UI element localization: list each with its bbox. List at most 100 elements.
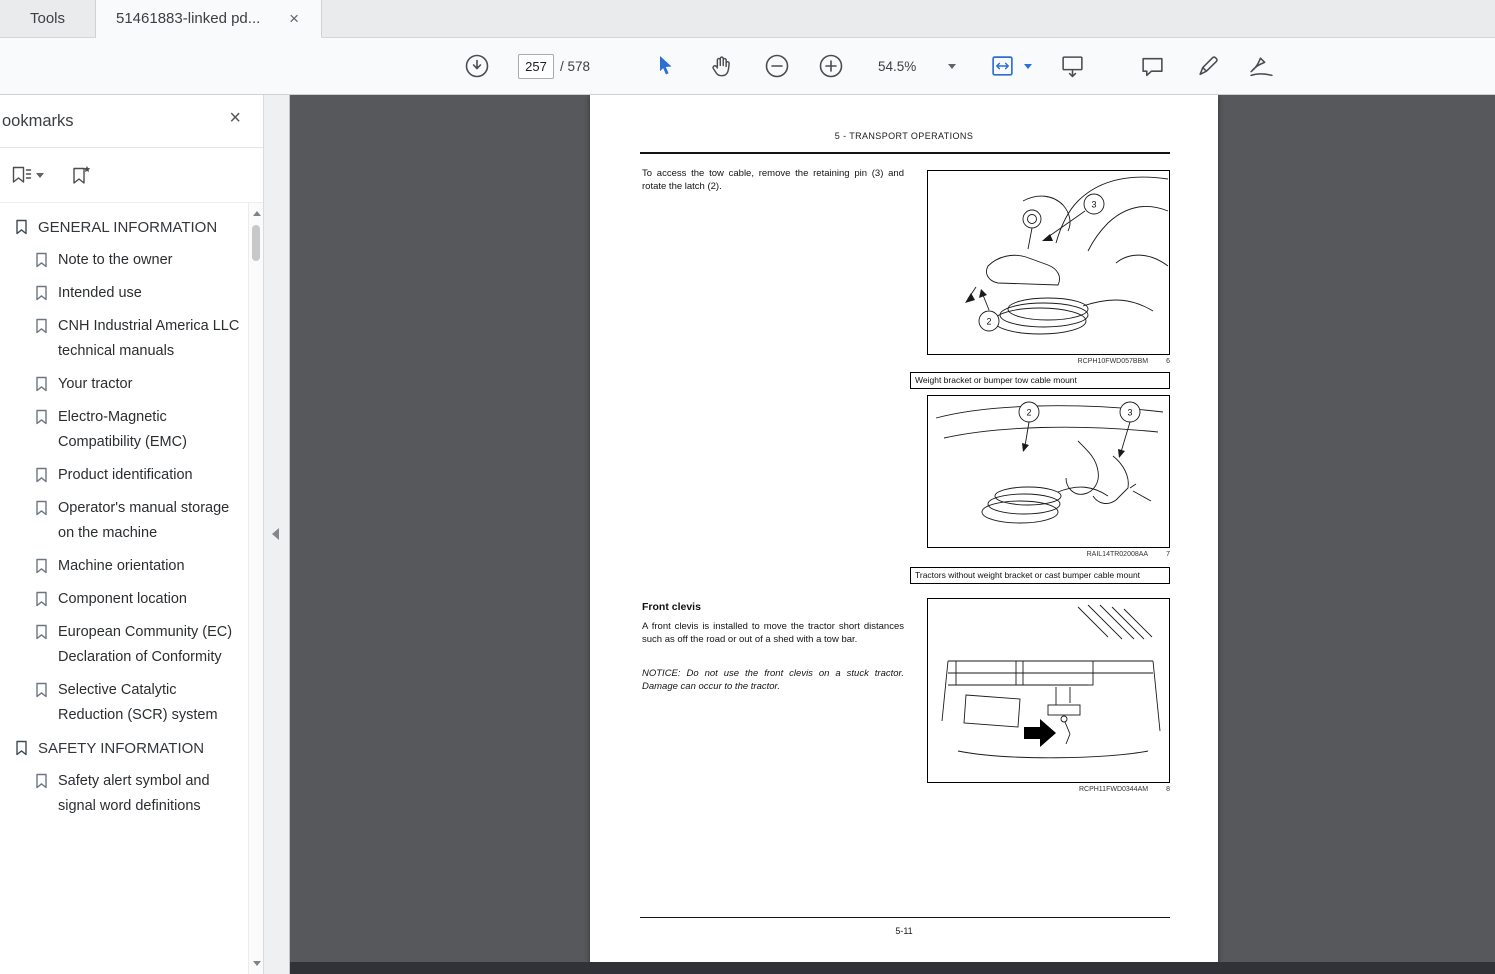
bookmark-item[interactable]: Product identification — [0, 459, 247, 492]
signature-icon — [1248, 55, 1275, 78]
add-bookmark-button[interactable] — [70, 165, 92, 186]
callout-2: 2 — [1026, 408, 1031, 418]
bookmark-label: CNH Industrial America LLC technical man… — [58, 314, 240, 364]
page-footer-number: 5-11 — [590, 926, 1218, 936]
toolbar: / 578 54.5% — [0, 38, 1495, 95]
figure-6-label: Weight bracket or bumper tow cable mount — [910, 372, 1170, 389]
chevron-down-icon — [36, 173, 44, 178]
bookmark-icon — [34, 587, 50, 612]
bookmark-icon — [34, 769, 50, 819]
download-icon — [464, 53, 490, 79]
hand-tool-button[interactable] — [710, 38, 731, 94]
figure-8-number: 8 — [1166, 786, 1170, 793]
zoom-in-button[interactable] — [818, 38, 844, 94]
bookmark-item[interactable]: Intended use — [0, 277, 247, 310]
bookmark-icon — [34, 372, 50, 397]
sign-button[interactable] — [1248, 38, 1275, 94]
callout-3: 3 — [1091, 200, 1096, 210]
bookmark-label: Operator's manual storage on the machine — [58, 496, 240, 546]
bookmark-label: SAFETY INFORMATION — [38, 736, 204, 761]
tab-document[interactable]: 51461883-linked pd... × — [96, 0, 322, 38]
page-display-button[interactable] — [1060, 38, 1085, 94]
pencil-icon — [1196, 55, 1221, 78]
scroll-up-icon[interactable] — [253, 211, 261, 216]
select-tool-button[interactable] — [656, 38, 675, 94]
comment-button[interactable] — [1140, 38, 1165, 94]
page-fit-dropdown[interactable] — [990, 38, 1032, 94]
bookmark-item[interactable]: SAFETY INFORMATION — [0, 732, 247, 765]
download-button[interactable] — [464, 38, 490, 94]
bookmark-icon — [14, 215, 30, 240]
figure-7-number: 7 — [1166, 551, 1170, 558]
figure-8 — [927, 598, 1170, 783]
add-bookmark-icon — [70, 165, 92, 186]
bookmarks-toolbar — [0, 148, 263, 203]
chevron-down-icon — [948, 64, 956, 69]
bookmark-icon — [34, 248, 50, 273]
bookmark-item[interactable]: Machine orientation — [0, 550, 247, 583]
bookmark-icon — [14, 736, 30, 761]
bookmark-icon — [34, 463, 50, 488]
bookmark-label: Safety alert symbol and signal word defi… — [58, 769, 240, 819]
zoom-in-icon — [818, 53, 844, 79]
bookmark-label: Component location — [58, 587, 187, 612]
bookmark-options-icon — [10, 165, 33, 185]
horizontal-scrollbar[interactable] — [290, 962, 1495, 974]
header-rule — [640, 152, 1170, 154]
page-number-input[interactable] — [518, 54, 554, 79]
bookmark-label: Your tractor — [58, 372, 132, 397]
comment-icon — [1140, 55, 1165, 78]
callout-2: 2 — [986, 317, 991, 327]
bookmark-item[interactable]: Component location — [0, 583, 247, 616]
bookmark-item[interactable]: CNH Industrial America LLC technical man… — [0, 310, 247, 368]
bookmark-item[interactable]: GENERAL INFORMATION — [0, 211, 247, 244]
bookmarks-panel: ookmarks × GENERAL INFORMATION — [0, 95, 263, 974]
hand-tool-icon — [710, 55, 731, 78]
bookmark-item[interactable]: Safety alert symbol and signal word defi… — [0, 765, 247, 823]
scrollbar-thumb[interactable] — [252, 225, 260, 261]
bookmark-item[interactable]: Note to the owner — [0, 244, 247, 277]
bookmark-item[interactable]: Electro-Magnetic Compatibility (EMC) — [0, 401, 247, 459]
zoom-out-icon — [764, 53, 790, 79]
bookmark-icon — [34, 678, 50, 728]
bookmark-item[interactable]: Selective Catalytic Reduction (SCR) syst… — [0, 674, 247, 732]
tab-bar: Tools 51461883-linked pd... × — [0, 0, 1495, 38]
figure-7-caption: RAIL14TR02008AA 7 — [927, 551, 1170, 558]
figure-8-caption: RCPH11FWD0344AM 8 — [927, 786, 1170, 793]
notice-paragraph: NOTICE: Do not use the front clevis on a… — [642, 668, 904, 693]
document-canvas: 5 - TRANSPORT OPERATIONS To access the t… — [290, 95, 1495, 974]
bookmark-icon — [34, 554, 50, 579]
bookmark-icon — [34, 314, 50, 364]
close-icon[interactable]: × — [287, 10, 301, 27]
zoom-out-button[interactable] — [764, 38, 790, 94]
zoom-level-value: 54.5% — [878, 59, 916, 74]
figure-7-code: RAIL14TR02008AA — [1087, 551, 1148, 558]
bookmark-icon — [34, 405, 50, 455]
bookmarks-header: ookmarks × — [0, 95, 263, 148]
bookmark-options-button[interactable] — [10, 165, 44, 185]
draw-button[interactable] — [1196, 38, 1221, 94]
close-panel-icon[interactable]: × — [229, 108, 241, 128]
monitor-arrow-icon — [1060, 54, 1085, 79]
bookmark-item[interactable]: Your tractor — [0, 368, 247, 401]
bookmark-item[interactable]: Operator's manual storage on the machine — [0, 492, 247, 550]
footer-rule — [640, 917, 1170, 918]
tab-tools-label: Tools — [30, 10, 65, 27]
tab-tools[interactable]: Tools — [0, 0, 96, 37]
panel-splitter[interactable] — [263, 95, 290, 974]
scroll-down-icon[interactable] — [253, 961, 261, 966]
collapse-panel-icon[interactable] — [272, 528, 279, 540]
bookmark-icon — [34, 281, 50, 306]
sidebar-scrollbar[interactable] — [248, 203, 263, 974]
figure-7-label: Tractors without weight bracket or cast … — [910, 567, 1170, 584]
bookmark-item[interactable]: European Community (EC) Declaration of C… — [0, 616, 247, 674]
intro-paragraph: To access the tow cable, remove the reta… — [642, 168, 904, 193]
tab-document-label: 51461883-linked pd... — [116, 10, 260, 27]
front-clevis-heading: Front clevis — [642, 601, 701, 613]
zoom-level-dropdown[interactable]: 54.5% — [878, 38, 956, 94]
figure-6: 3 2 — [927, 170, 1170, 355]
bookmark-icon — [34, 620, 50, 670]
panel-title: ookmarks — [0, 112, 74, 131]
bookmark-label: Machine orientation — [58, 554, 185, 579]
callout-3: 3 — [1127, 408, 1132, 418]
